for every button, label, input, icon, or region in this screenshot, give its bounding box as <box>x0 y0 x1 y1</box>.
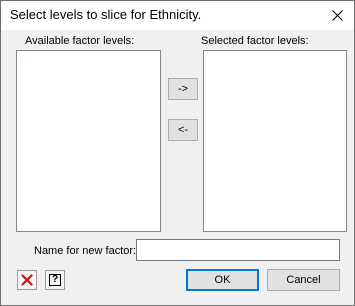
selected-levels-list[interactable] <box>203 50 347 232</box>
new-factor-label: Name for new factor: <box>34 245 137 257</box>
ok-button[interactable]: OK <box>186 269 259 291</box>
title-bar: Select levels to slice for Ethnicity. <box>1 1 354 30</box>
add-level-button[interactable]: -> <box>168 78 198 100</box>
red-x-icon <box>21 274 33 286</box>
dialog-window: Select levels to slice for Ethnicity. Av… <box>0 0 355 306</box>
selected-levels-label: Selected factor levels: <box>201 35 309 47</box>
new-factor-name-input[interactable] <box>136 239 340 261</box>
window-title: Select levels to slice for Ethnicity. <box>10 7 202 22</box>
cancel-button[interactable]: Cancel <box>267 269 340 291</box>
help-button[interactable]: ? <box>45 270 65 290</box>
available-levels-list[interactable] <box>16 50 161 232</box>
close-icon <box>331 10 343 21</box>
close-button[interactable] <box>320 1 354 30</box>
remove-level-button[interactable]: <- <box>168 119 198 141</box>
available-levels-label: Available factor levels: <box>25 35 135 47</box>
clear-button[interactable] <box>17 270 37 290</box>
help-question-icon: ? <box>49 274 61 286</box>
